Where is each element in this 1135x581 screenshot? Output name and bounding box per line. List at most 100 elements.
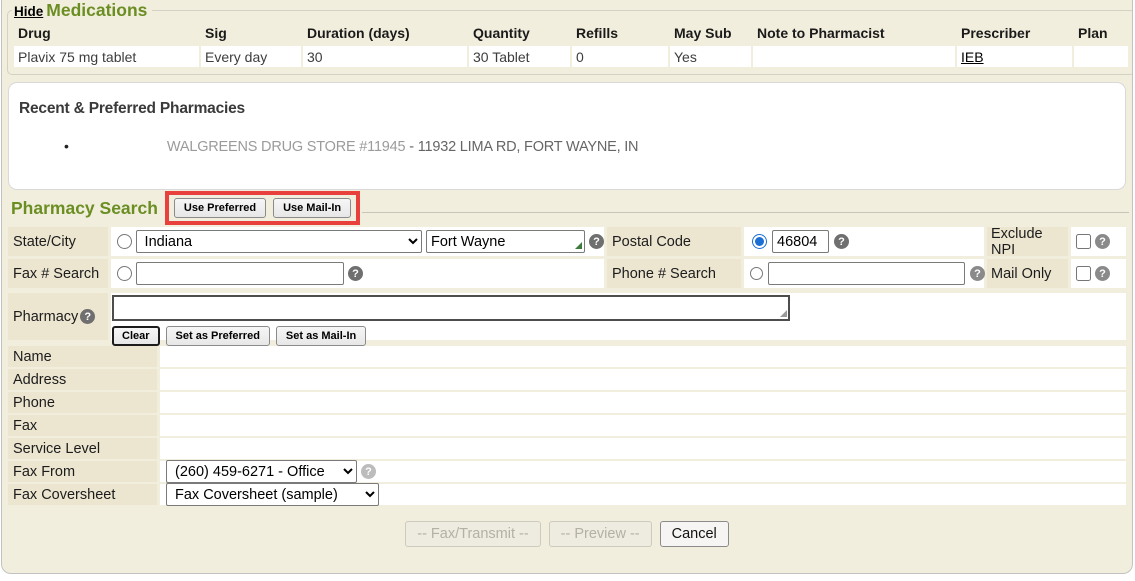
use-mail-in-button[interactable]: Use Mail-In	[273, 198, 351, 218]
fax-coversheet-select[interactable]: Fax Coversheet (sample)	[166, 483, 379, 506]
fax-value	[160, 415, 1126, 436]
pharmacy-buttons: Clear Set as Preferred Set as Mail-In	[112, 326, 1126, 346]
cell-duration: 30	[303, 46, 467, 67]
exclude-npi-cell: ?	[1071, 227, 1126, 256]
search-row-state-postal: State/City Indiana ? Postal Code ? Exclu…	[8, 227, 1126, 256]
pharmacy-search-title: Pharmacy Search	[11, 198, 158, 219]
fax-from-select[interactable]: (260) 459-6271 - Office	[166, 460, 357, 483]
col-duration: Duration (days)	[303, 23, 467, 44]
fax-from-row: Fax From (260) 459-6271 - Office ?	[8, 461, 1126, 482]
medications-title: Medications	[46, 0, 147, 20]
phone-help-icon[interactable]: ?	[970, 266, 985, 281]
address-value	[160, 369, 1126, 390]
cell-refills: 0	[572, 46, 668, 67]
medications-table: Drug Sig Duration (days) Quantity Refill…	[12, 21, 1130, 69]
postal-code-cell: ?	[744, 227, 984, 256]
cancel-button[interactable]: Cancel	[660, 521, 729, 547]
medication-row: Plavix 75 mg tablet Every day 30 30 Tabl…	[14, 46, 1128, 67]
mail-only-help-icon[interactable]: ?	[1095, 266, 1110, 281]
pharmacy-address: - 11932 LIMA RD, FORT WAYNE, IN	[405, 139, 638, 155]
service-level-value	[160, 438, 1126, 459]
phone-search-cell: ?	[744, 259, 984, 288]
footer-actions: -- Fax/Transmit -- -- Preview -- Cancel	[8, 521, 1126, 547]
recent-preferred-pharmacies-panel: Recent & Preferred Pharmacies • WALGREEN…	[8, 82, 1126, 190]
col-quantity: Quantity	[469, 23, 570, 44]
col-refills: Refills	[572, 23, 668, 44]
mail-only-label: Mail Only	[987, 259, 1068, 288]
postal-code-radio[interactable]	[752, 234, 767, 249]
cell-drug: Plavix 75 mg tablet	[14, 46, 199, 67]
postal-code-label: Postal Code	[607, 227, 741, 256]
prescriber-link[interactable]: IEB	[961, 49, 984, 65]
phone-label: Phone	[8, 392, 157, 413]
fax-label: Fax	[8, 415, 157, 436]
search-row-fax-phone: Fax # Search ? Phone # Search ? Mail Onl…	[8, 259, 1126, 288]
medications-header-row: Drug Sig Duration (days) Quantity Refill…	[14, 23, 1128, 44]
pharmacy-label-cell: Pharmacy?	[8, 293, 108, 340]
mail-only-checkbox[interactable]	[1076, 266, 1091, 281]
cell-may-sub: Yes	[670, 46, 751, 67]
cell-prescriber: IEB	[957, 46, 1072, 67]
exclude-npi-help-icon[interactable]: ?	[1095, 234, 1110, 249]
highlight-red-box: Use Preferred Use Mail-In	[165, 191, 360, 225]
pharmacy-list-item: • WALGREENS DRUG STORE #11945 - 11932 LI…	[19, 138, 1115, 155]
set-as-mail-in-button[interactable]: Set as Mail-In	[276, 326, 366, 346]
pharmacy-label: Pharmacy	[13, 309, 78, 325]
service-level-row: Service Level	[8, 438, 1126, 459]
exclude-npi-checkbox[interactable]	[1076, 234, 1091, 249]
set-as-preferred-button[interactable]: Set as Preferred	[166, 326, 270, 346]
phone-row: Phone	[8, 392, 1126, 413]
city-input[interactable]	[426, 230, 585, 253]
fax-coversheet-row: Fax Coversheet Fax Coversheet (sample)	[8, 484, 1126, 505]
clear-button[interactable]: Clear	[112, 326, 160, 346]
pharmacy-main-cell: Clear Set as Preferred Set as Mail-In	[111, 293, 1126, 340]
pharmacy-search-legend: Pharmacy Search Use Preferred Use Mail-I…	[9, 192, 1129, 224]
fax-from-help-icon[interactable]: ?	[361, 464, 376, 479]
pharmacy-textarea-wrap	[112, 295, 790, 321]
fax-search-radio[interactable]	[117, 266, 132, 281]
phone-value	[160, 392, 1126, 413]
pharmacy-search-form: State/City Indiana ? Postal Code ? Exclu…	[8, 227, 1126, 547]
fax-from-label: Fax From	[8, 461, 157, 482]
fax-help-icon[interactable]: ?	[348, 266, 363, 281]
address-label: Address	[8, 369, 157, 390]
fax-row: Fax	[8, 415, 1126, 436]
cell-sig: Every day	[201, 46, 301, 67]
postal-code-input[interactable]	[772, 230, 829, 253]
postal-help-icon[interactable]: ?	[834, 234, 849, 249]
phone-search-input[interactable]	[768, 262, 965, 285]
cell-quantity: 30 Tablet	[469, 46, 570, 67]
fax-search-input[interactable]	[136, 262, 344, 285]
address-row: Address	[8, 369, 1126, 390]
fax-transmit-button[interactable]: -- Fax/Transmit --	[405, 521, 540, 547]
cell-note	[753, 46, 955, 67]
state-city-radio[interactable]	[117, 234, 132, 249]
fax-search-cell: ?	[111, 259, 604, 288]
hide-medications-link[interactable]: Hide	[14, 4, 43, 19]
col-sig: Sig	[201, 23, 301, 44]
col-plan: Plan	[1074, 23, 1128, 44]
col-note: Note to Pharmacist	[753, 23, 955, 44]
name-row: Name	[8, 346, 1126, 367]
pharmacy-help-icon[interactable]: ?	[80, 309, 95, 324]
preview-button[interactable]: -- Preview --	[549, 521, 652, 547]
pharmacy-input[interactable]	[112, 295, 790, 321]
exclude-npi-label: Exclude NPI	[987, 227, 1068, 256]
use-preferred-button[interactable]: Use Preferred	[174, 198, 266, 218]
col-drug: Drug	[14, 23, 199, 44]
city-input-wrap	[426, 230, 585, 253]
fax-search-label: Fax # Search	[8, 259, 108, 288]
state-select[interactable]: Indiana	[136, 230, 422, 253]
mail-only-cell: ?	[1071, 259, 1126, 288]
prescription-pharmacy-panel: HideMedications Drug Sig Duration (days)…	[1, 0, 1133, 574]
medications-section: HideMedications Drug Sig Duration (days)…	[7, 0, 1133, 75]
phone-search-label: Phone # Search	[607, 259, 741, 288]
medications-legend: HideMedications	[12, 0, 152, 21]
city-help-icon[interactable]: ?	[589, 234, 604, 249]
service-level-label: Service Level	[8, 438, 157, 459]
fax-coversheet-label: Fax Coversheet	[8, 484, 157, 505]
phone-search-radio[interactable]	[750, 266, 763, 281]
bullet-icon: •	[64, 138, 69, 154]
pharmacy-name-link[interactable]: WALGREENS DRUG STORE #11945	[167, 139, 406, 155]
name-value	[160, 346, 1126, 367]
